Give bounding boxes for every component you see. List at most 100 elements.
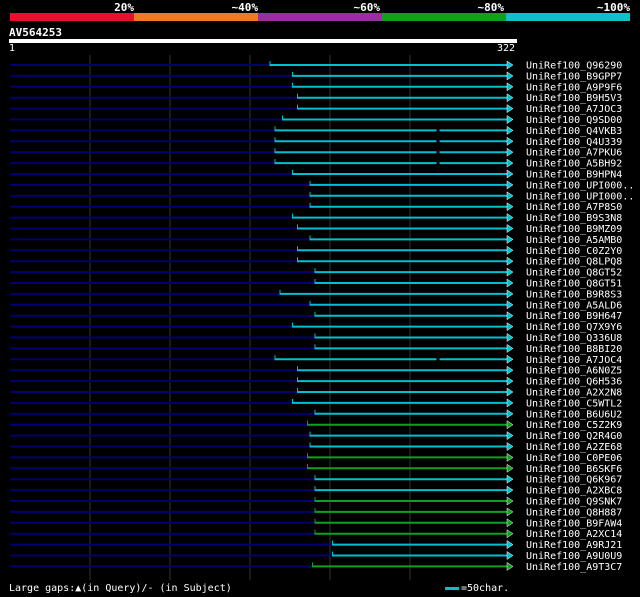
hit-label[interactable]: UniRef100_Q4U339: [526, 137, 622, 148]
hit-row[interactable]: UniRef100_A7P8S0: [10, 202, 622, 213]
arrow-icon: [506, 278, 514, 288]
hit-label[interactable]: UniRef100_B9HPN4: [526, 170, 622, 181]
arrow-icon: [506, 289, 514, 299]
hit-row[interactable]: UniRef100_Q4U339: [10, 137, 622, 148]
hit-label[interactable]: UniRef100_Q2R4G0: [526, 431, 622, 442]
hit-row[interactable]: UniRef100_C5WTL2: [10, 398, 622, 409]
hit-label[interactable]: UniRef100_Q6K967: [526, 475, 622, 486]
hit-row[interactable]: UniRef100_A9U0U9: [10, 551, 622, 562]
hit-row[interactable]: UniRef100_UPI000..: [10, 180, 634, 191]
hit-label[interactable]: UniRef100_UPI000..: [526, 180, 634, 191]
hit-label[interactable]: UniRef100_B6SKF6: [526, 464, 622, 475]
hit-row[interactable]: UniRef100_Q8GT52: [10, 268, 622, 279]
arrow-icon: [506, 158, 514, 168]
hit-row[interactable]: UniRef100_A9P9F6: [10, 82, 622, 93]
hit-row[interactable]: UniRef100_A7JOC3: [10, 104, 622, 115]
hit-label[interactable]: UniRef100_Q336U8: [526, 333, 622, 344]
hit-row[interactable]: UniRef100_B6SKF6: [10, 464, 622, 475]
hit-label[interactable]: UniRef100_B9GPP7: [526, 71, 622, 82]
hit-row[interactable]: UniRef100_B9GPP7: [10, 71, 622, 82]
hit-label[interactable]: UniRef100_A9P9F6: [526, 82, 622, 93]
hit-label[interactable]: UniRef100_Q6H536: [526, 377, 622, 388]
hit-label[interactable]: UniRef100_Q9SNK7: [526, 497, 622, 508]
hit-label[interactable]: UniRef100_B9H5V3: [526, 93, 622, 104]
hit-row[interactable]: UniRef100_C0Z2Y0: [10, 246, 622, 257]
hit-row[interactable]: UniRef100_B9H647: [10, 311, 622, 322]
hit-row[interactable]: UniRef100_Q4VKB3: [10, 126, 622, 137]
hit-label[interactable]: UniRef100_A9U0U9: [526, 551, 622, 562]
scale-text: =50char.: [461, 583, 510, 594]
hit-label[interactable]: UniRef100_B9H647: [526, 311, 622, 322]
hit-row[interactable]: UniRef100_Q336U8: [10, 333, 622, 344]
arrow-icon: [506, 125, 514, 135]
hit-row[interactable]: UniRef100_A2XC14: [10, 529, 622, 540]
hit-row[interactable]: UniRef100_Q6K967: [10, 475, 622, 486]
hit-row[interactable]: UniRef100_B8BI20: [10, 344, 622, 355]
hit-row[interactable]: UniRef100_B6U6U2: [10, 409, 622, 420]
hit-row[interactable]: UniRef100_B9HPN4: [10, 170, 622, 181]
hit-label[interactable]: UniRef100_A7JOC3: [526, 104, 622, 115]
hit-row[interactable]: UniRef100_A5ALD6: [10, 300, 622, 311]
hit-row[interactable]: UniRef100_A5BH92: [10, 159, 622, 170]
hit-row[interactable]: UniRef100_B9S3N8: [10, 213, 622, 224]
hit-row[interactable]: UniRef100_A9T3C7: [10, 562, 622, 573]
hit-label[interactable]: UniRef100_B6U6U2: [526, 409, 622, 420]
hit-row[interactable]: UniRef100_B9H5V3: [10, 93, 622, 104]
hit-label[interactable]: UniRef100_B8BI20: [526, 344, 622, 355]
hit-label[interactable]: UniRef100_B9FAW4: [526, 518, 622, 529]
hit-row[interactable]: UniRef100_A2XBC8: [10, 486, 622, 497]
hit-row[interactable]: UniRef100_Q9SNK7: [10, 497, 622, 508]
hit-row[interactable]: UniRef100_Q2R4G0: [10, 431, 622, 442]
hit-row[interactable]: UniRef100_Q8GT51: [10, 279, 622, 290]
hit-label[interactable]: UniRef100_A7P8S0: [526, 202, 622, 213]
hit-label[interactable]: UniRef100_Q7X9Y6: [526, 322, 622, 333]
hit-row[interactable]: UniRef100_A5AMB0: [10, 235, 622, 246]
hit-label[interactable]: UniRef100_A2XBC8: [526, 486, 622, 497]
hit-label[interactable]: UniRef100_A7PKU6: [526, 148, 622, 159]
hit-label[interactable]: UniRef100_C5WTL2: [526, 398, 622, 409]
hit-label[interactable]: UniRef100_A5AMB0: [526, 235, 622, 246]
hit-row[interactable]: UniRef100_A2ZE68: [10, 442, 622, 453]
hit-label[interactable]: UniRef100_A7JOC4: [526, 355, 622, 366]
hit-label[interactable]: UniRef100_A5ALD6: [526, 300, 622, 311]
hit-label[interactable]: UniRef100_Q8H887: [526, 507, 622, 518]
hit-label[interactable]: UniRef100_C0Z2Y0: [526, 246, 622, 257]
hit-label[interactable]: UniRef100_Q8LPQ8: [526, 257, 622, 268]
hit-row[interactable]: UniRef100_B9R8S3: [10, 289, 622, 300]
hit-row[interactable]: UniRef100_C5Z2K9: [10, 420, 622, 431]
hit-label[interactable]: UniRef100_Q8GT51: [526, 279, 622, 290]
hit-row[interactable]: UniRef100_UPI000..: [10, 191, 634, 202]
hit-label[interactable]: UniRef100_Q4VKB3: [526, 126, 622, 137]
hit-label[interactable]: UniRef100_A6N0Z5: [526, 366, 622, 377]
hit-row[interactable]: UniRef100_Q7X9Y6: [10, 322, 622, 333]
hit-label[interactable]: UniRef100_A5BH92: [526, 159, 622, 170]
hit-label[interactable]: UniRef100_A9RJ21: [526, 540, 622, 551]
hit-label[interactable]: UniRef100_A9T3C7: [526, 562, 622, 573]
hit-row[interactable]: UniRef100_A7JOC4: [10, 355, 622, 366]
hit-row[interactable]: UniRef100_Q8H887: [10, 507, 622, 518]
hit-label[interactable]: UniRef100_B9R8S3: [526, 289, 622, 300]
hit-row[interactable]: UniRef100_B9MZ09: [10, 224, 622, 235]
hit-row[interactable]: UniRef100_B9FAW4: [10, 518, 622, 529]
hit-label[interactable]: UniRef100_Q9SD00: [526, 115, 622, 126]
hit-row[interactable]: UniRef100_Q9SD00: [10, 115, 622, 126]
hit-row[interactable]: UniRef100_Q96290: [10, 61, 622, 72]
hit-label[interactable]: UniRef100_A2X2N8: [526, 388, 622, 399]
hit-label[interactable]: UniRef100_UPI000..: [526, 191, 634, 202]
hit-label[interactable]: UniRef100_C5Z2K9: [526, 420, 622, 431]
hit-label[interactable]: UniRef100_Q8GT52: [526, 268, 622, 279]
hit-row[interactable]: UniRef100_A7PKU6: [10, 148, 622, 159]
hit-row[interactable]: UniRef100_A9RJ21: [10, 540, 622, 551]
hit-label[interactable]: UniRef100_A2ZE68: [526, 442, 622, 453]
scale-legend: =50char.: [445, 583, 509, 594]
hit-row[interactable]: UniRef100_Q6H536: [10, 377, 622, 388]
hit-row[interactable]: UniRef100_A6N0Z5: [10, 366, 622, 377]
hit-label[interactable]: UniRef100_Q96290: [526, 61, 622, 72]
hit-row[interactable]: UniRef100_C0PE06: [10, 453, 622, 464]
hit-row[interactable]: UniRef100_Q8LPQ8: [10, 257, 622, 268]
hit-label[interactable]: UniRef100_B9S3N8: [526, 213, 622, 224]
hit-label[interactable]: UniRef100_A2XC14: [526, 529, 622, 540]
hit-label[interactable]: UniRef100_B9MZ09: [526, 224, 622, 235]
hit-label[interactable]: UniRef100_C0PE06: [526, 453, 622, 464]
hit-row[interactable]: UniRef100_A2X2N8: [10, 388, 622, 399]
